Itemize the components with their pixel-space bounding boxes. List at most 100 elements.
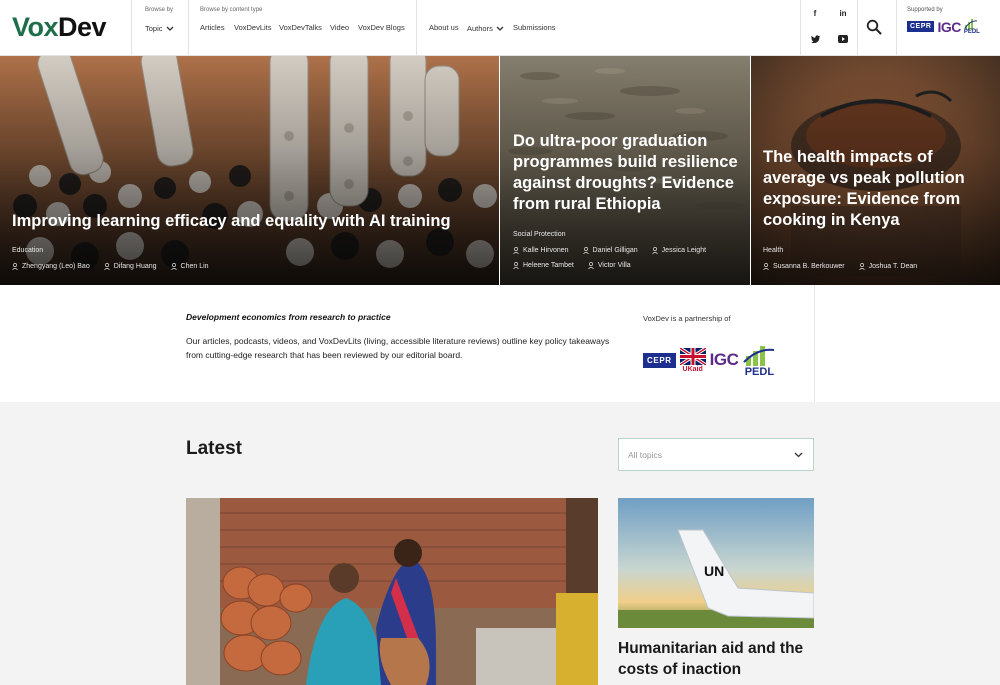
latest-heading: Latest <box>186 438 242 459</box>
ukaid-partner-logo[interactable]: UKaid <box>679 347 706 373</box>
person-icon <box>588 262 594 269</box>
plane-un-marking: UN <box>704 563 724 579</box>
hero-category[interactable]: Health <box>763 247 783 254</box>
author-link[interactable]: Difang Huang <box>103 263 157 270</box>
person-icon <box>513 247 519 254</box>
browse-by-caption: Browse by <box>145 7 174 13</box>
hero-title[interactable]: Do ultra-poor graduation programmes buil… <box>513 131 743 215</box>
pottery-photo <box>186 498 598 685</box>
person-icon <box>170 263 177 270</box>
author-name: Heleene Tambet <box>523 262 574 269</box>
header-divider <box>857 0 858 56</box>
header-divider <box>800 0 801 56</box>
author-name: Zhengyang (Leo) Bao <box>22 263 90 270</box>
partner-logos: CEPR UKaid IGC PEDL <box>643 342 776 378</box>
hero-title[interactable]: Improving learning efficacy and equality… <box>12 211 482 232</box>
facebook-icon[interactable]: f <box>807 6 823 22</box>
chevron-down-icon <box>496 24 504 34</box>
pedl-logo[interactable]: PEDL <box>964 18 980 35</box>
author-link[interactable]: Heleene Tambet <box>513 262 574 269</box>
person-icon <box>12 263 18 270</box>
linkedin-icon[interactable]: in <box>835 6 851 22</box>
twitter-icon[interactable] <box>807 33 823 49</box>
pedl-small-text: PEDL <box>963 29 980 35</box>
un-plane-photo: UN <box>618 498 814 628</box>
hero-category[interactable]: Social Protection <box>513 231 566 238</box>
latest-card-image-pottery[interactable] <box>186 498 598 685</box>
chevron-down-icon <box>794 452 803 458</box>
hero-shade <box>0 56 499 285</box>
hero-card-ai-training[interactable]: Improving learning efficacy and equality… <box>0 56 499 285</box>
topic-filter-placeholder: All topics <box>628 450 663 460</box>
site-description: Our articles, podcasts, videos, and VoxD… <box>186 336 610 360</box>
nav-video[interactable]: Video <box>330 23 349 32</box>
nav-submissions[interactable]: Submissions <box>513 23 556 32</box>
search-icon[interactable] <box>866 19 884 37</box>
person-icon <box>513 262 519 269</box>
author-link[interactable]: Jessica Leight <box>651 247 707 254</box>
pedl-partner-logo[interactable]: PEDL <box>742 342 776 378</box>
hero-card-pollution[interactable]: The health impacts of average vs peak po… <box>751 56 1000 285</box>
author-link[interactable]: Daniel Gilligan <box>582 247 638 254</box>
latest-card-image-un-plane[interactable]: UN <box>618 498 814 628</box>
topic-label: Topic <box>145 24 163 33</box>
nav-voxdevlits[interactable]: VoxDevLits <box>234 23 272 32</box>
author-name: Joshua T. Dean <box>868 263 918 270</box>
author-link[interactable]: Victor Villa <box>588 262 631 269</box>
igc-partner-logo[interactable]: IGC <box>710 350 739 370</box>
youtube-icon[interactable] <box>835 33 851 49</box>
nav-articles[interactable]: Articles <box>200 23 225 32</box>
nav-about-us[interactable]: About us <box>429 23 459 32</box>
union-flag-icon <box>679 347 706 365</box>
person-icon <box>582 247 589 254</box>
hero-card-drought[interactable]: Do ultra-poor graduation programmes buil… <box>500 56 750 285</box>
topic-filter-select[interactable]: All topics <box>618 438 814 471</box>
author-name: Chen Lin <box>180 263 209 270</box>
authors-dropdown[interactable]: Authors <box>467 23 504 33</box>
partnership-caption: VoxDev is a partnership of <box>643 314 731 323</box>
content-type-caption: Browse by content type <box>200 7 263 13</box>
hero-authors: Zhengyang (Leo) Bao Difang Huang Chen Li… <box>12 263 492 270</box>
authors-label: Authors <box>467 24 493 33</box>
cepr-logo[interactable]: CEPR <box>907 21 935 32</box>
author-name: Victor Villa <box>597 262 631 269</box>
nav-voxdev-blogs[interactable]: VoxDev Blogs <box>358 23 405 32</box>
intro-divider <box>814 285 815 402</box>
logo-dev: Dev <box>58 12 107 42</box>
author-link[interactable]: Zhengyang (Leo) Bao <box>12 263 90 270</box>
person-icon <box>763 263 769 270</box>
hero-title[interactable]: The health impacts of average vs peak po… <box>763 147 993 231</box>
cepr-partner-logo[interactable]: CEPR <box>643 352 676 368</box>
hero-authors: Susanna B. Berkouwer Joshua T. Dean <box>763 263 995 270</box>
pedl-bars-icon <box>743 346 775 366</box>
person-icon <box>651 247 658 254</box>
author-name: Daniel Gilligan <box>592 247 638 254</box>
hero-category[interactable]: Education <box>12 247 43 254</box>
site-tagline: Development economics from research to p… <box>186 312 391 322</box>
igc-logo[interactable]: IGC <box>937 19 961 35</box>
author-link[interactable]: Susanna B. Berkouwer <box>763 263 845 270</box>
author-link[interactable]: Chen Lin <box>170 263 209 270</box>
person-icon <box>103 263 110 270</box>
site-header: VoxDev Browse by Topic Browse by content… <box>0 0 1000 56</box>
header-divider <box>896 0 897 56</box>
topic-dropdown[interactable]: Topic <box>145 23 174 33</box>
nav-voxdevtalks[interactable]: VoxDevTalks <box>279 23 322 32</box>
latest-card-title[interactable]: Humanitarian aid and the costs of inacti… <box>618 638 814 680</box>
supporter-logos: CEPR IGC PEDL <box>907 18 980 35</box>
author-link[interactable]: Joshua T. Dean <box>858 263 918 270</box>
supported-by-caption: Supported by <box>907 7 943 13</box>
logo-vox: Vox <box>12 12 59 42</box>
person-icon <box>858 263 865 270</box>
pedl-text: PEDL <box>744 366 775 378</box>
author-name: Kalle Hirvonen <box>523 247 569 254</box>
author-name: Jessica Leight <box>661 247 707 254</box>
hero-authors: Kalle Hirvonen Daniel Gilligan Jessica L… <box>513 247 745 269</box>
author-name: Susanna B. Berkouwer <box>773 263 845 270</box>
header-divider <box>416 0 417 56</box>
header-divider <box>131 0 132 56</box>
voxdev-logo[interactable]: VoxDev <box>12 12 107 43</box>
chevron-down-icon <box>166 24 174 34</box>
author-name: Difang Huang <box>113 263 157 270</box>
author-link[interactable]: Kalle Hirvonen <box>513 247 569 254</box>
